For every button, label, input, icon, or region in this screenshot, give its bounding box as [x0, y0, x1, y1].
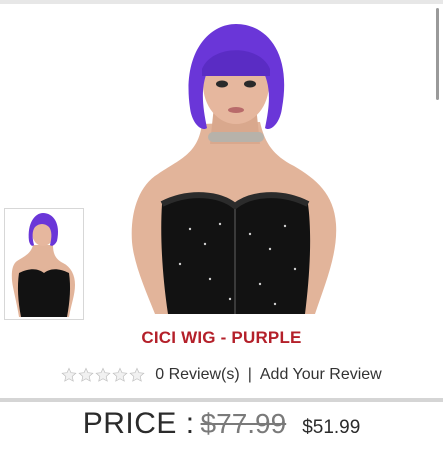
product-thumbnail[interactable] — [4, 208, 84, 320]
scrollbar[interactable] — [436, 8, 439, 100]
star-icon — [95, 367, 111, 382]
product-title: CICI WIG - PURPLE — [141, 328, 302, 347]
product-main-image — [110, 14, 360, 326]
price-block: PRICE : $77.99 $51.99 — [0, 407, 443, 447]
star-icon — [61, 367, 77, 382]
rating-stars — [61, 367, 145, 383]
add-review-link[interactable]: Add Your Review — [260, 366, 382, 384]
original-price: $77.99 — [200, 408, 287, 439]
price-divider — [0, 398, 443, 402]
star-icon — [112, 367, 128, 382]
price-label: PRICE : — [82, 407, 195, 440]
product-title-container: CICI WIG - PURPLE — [0, 328, 443, 348]
star-icon — [129, 367, 145, 382]
review-count-link[interactable]: 0 Review(s) — [155, 366, 239, 384]
star-icon — [78, 367, 94, 382]
sale-price: $51.99 — [302, 417, 361, 438]
top-divider — [0, 0, 443, 4]
review-summary: 0 Review(s) | Add Your Review — [0, 364, 443, 386]
review-separator: | — [247, 366, 252, 383]
